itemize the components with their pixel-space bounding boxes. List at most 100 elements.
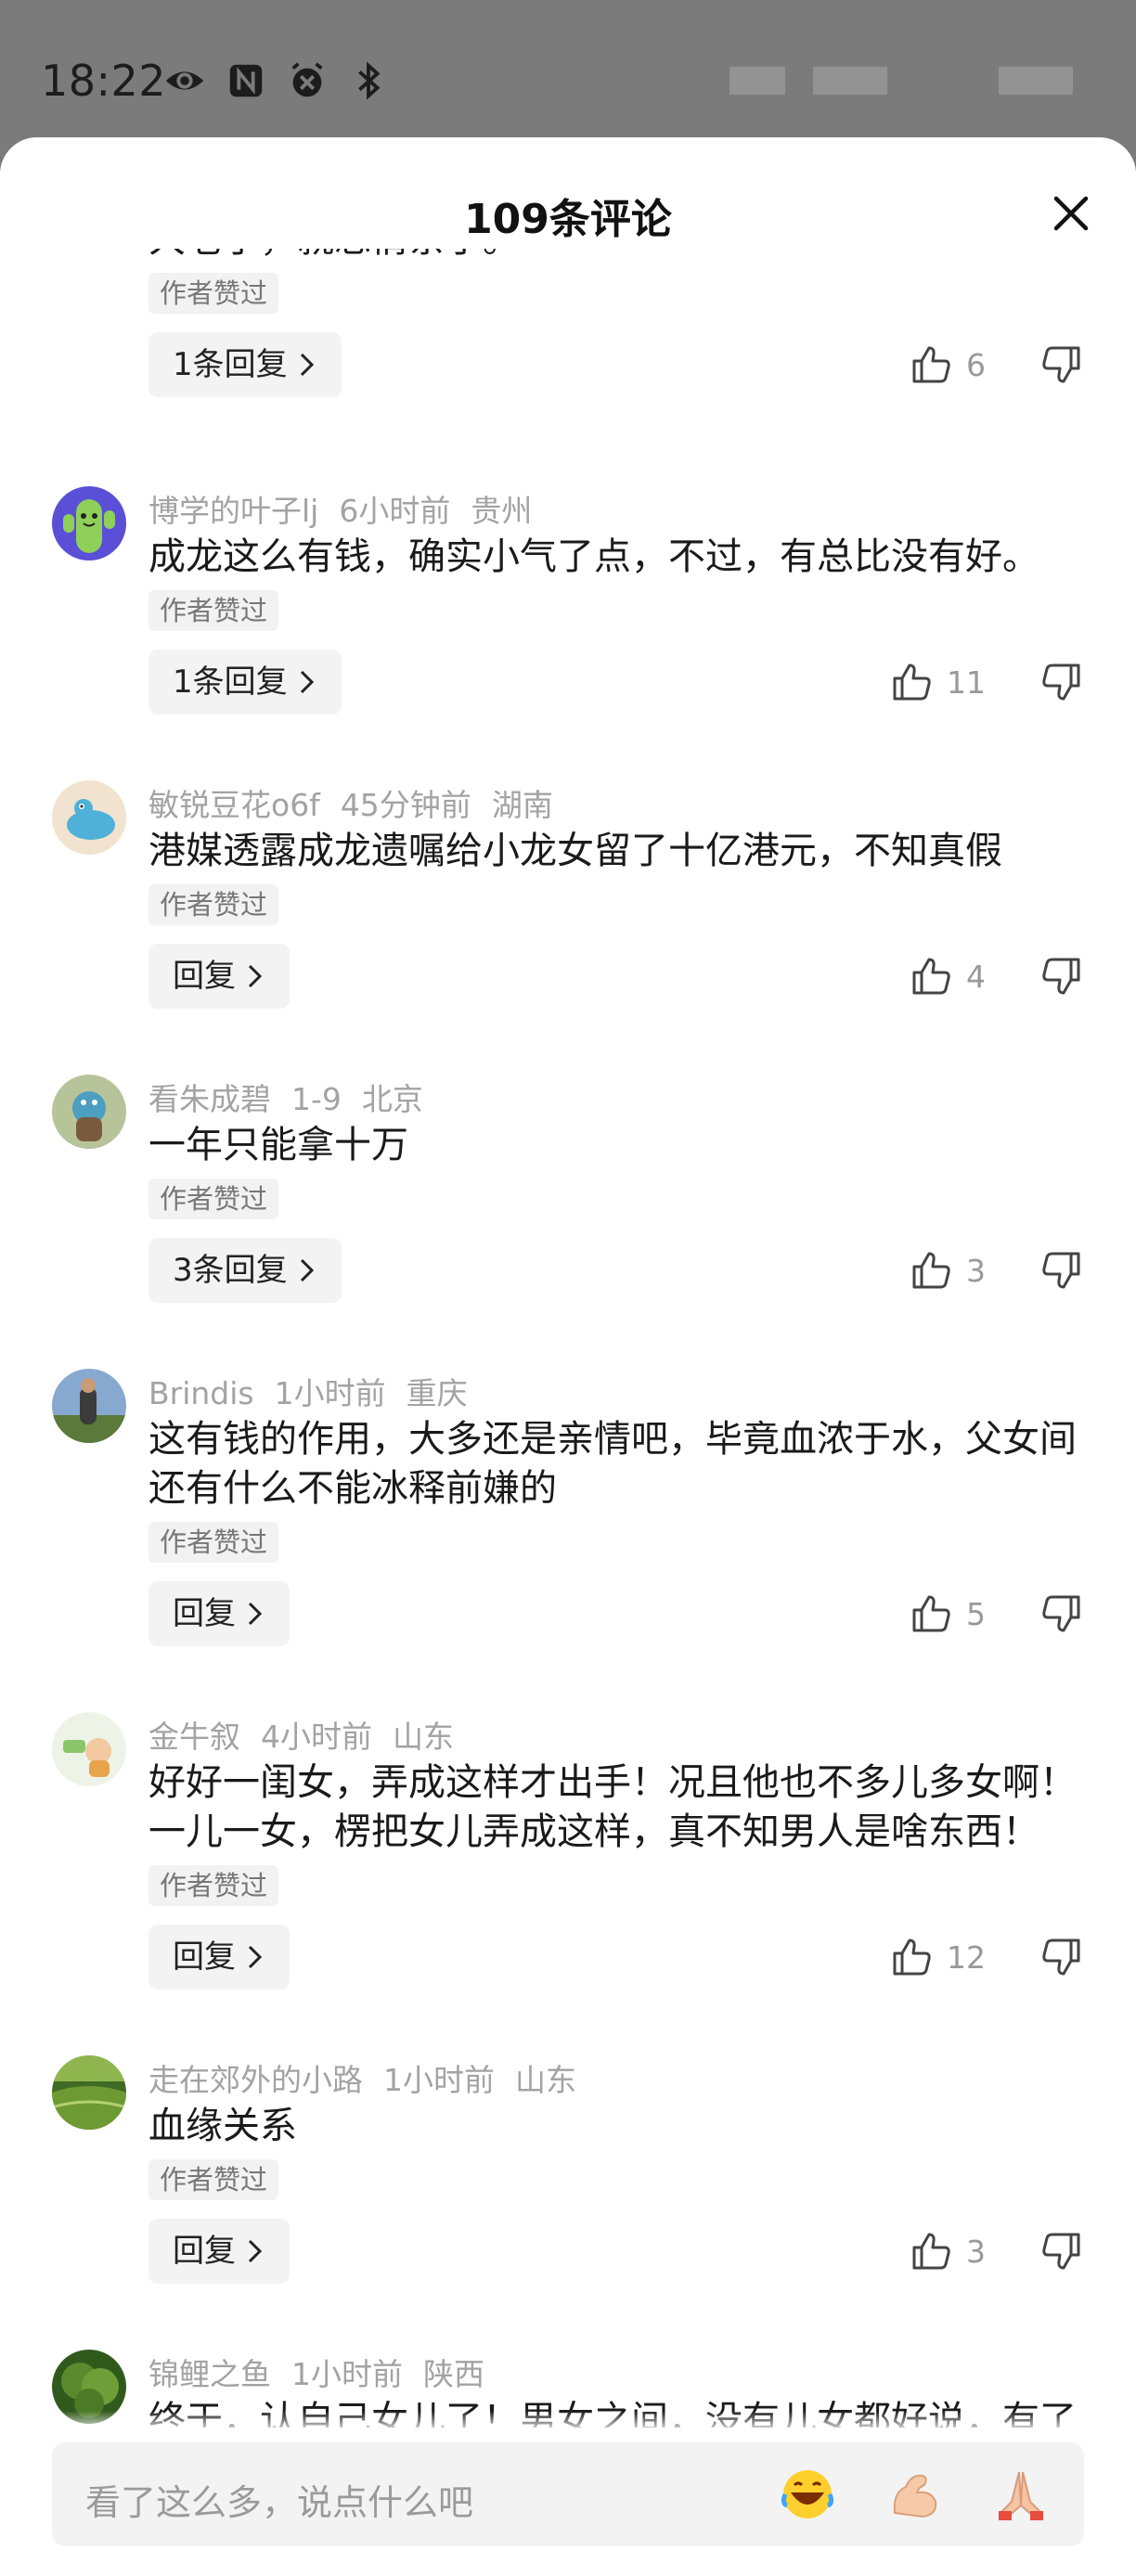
cartoon-avatar-icon <box>52 1712 126 1786</box>
reply-button[interactable]: 回复 <box>148 944 290 1009</box>
thumbs-up-icon <box>893 1938 931 1976</box>
like-button[interactable]: 4 <box>909 944 986 1009</box>
username[interactable]: Brindis <box>148 1375 254 1411</box>
author-liked-tag: 作者赞过 <box>148 884 279 925</box>
comment-item: 金牛叙 4小时前 山东 好好一闺女，弄成这样才出手！况且他也不多儿多女啊！ 一儿一女，… <box>0 1712 1136 2028</box>
flexed-bicep-emoji-icon <box>893 2474 937 2518</box>
alarm-icon <box>291 62 323 97</box>
username[interactable]: 敏锐豆花o6f <box>148 787 320 823</box>
username[interactable]: 看朱成碧 <box>148 1081 271 1117</box>
reply-label: 回复 <box>173 958 236 995</box>
dislike-button[interactable] <box>1039 2229 1084 2273</box>
comment-meta: 敏锐豆花o6f 45分钟前 湖南 <box>148 780 574 825</box>
comment-time: 6小时前 <box>339 493 451 529</box>
avatar[interactable] <box>52 486 126 560</box>
bluetooth-icon <box>358 61 381 100</box>
cartoon-avatar-icon <box>52 1075 126 1149</box>
thumbs-up-icon <box>912 346 950 383</box>
reply-button[interactable]: 回复 <box>148 1925 290 1990</box>
avatar[interactable] <box>52 1369 126 1443</box>
reply-label: 回复 <box>173 1938 236 1976</box>
username[interactable]: 走在郊外的小路 <box>148 2062 363 2098</box>
reply-label: 1条回复 <box>173 663 288 701</box>
author-liked-tag: 作者赞过 <box>148 273 279 314</box>
like-button[interactable]: 12 <box>889 1925 986 1990</box>
comment-location: 重庆 <box>406 1375 468 1411</box>
nfc-icon <box>229 64 263 97</box>
avatar[interactable] <box>52 1075 126 1149</box>
username[interactable]: 金牛叙 <box>148 1719 240 1755</box>
folded-hands-emoji-button[interactable] <box>989 2463 1052 2526</box>
comment-list[interactable]: 大老了，就忘情亲了。 作者赞过 1条回复 6 博学的叶子lj 6小时前贵州 成龙这… <box>0 249 1136 2552</box>
thumbs-down-icon <box>1042 663 1080 701</box>
eye-icon <box>165 71 204 90</box>
comment-time: 45分钟前 <box>340 787 471 823</box>
reply-button[interactable]: 3条回复 <box>148 1238 342 1303</box>
comment-location: 贵州 <box>471 493 533 529</box>
thumbs-up-icon <box>912 1252 950 1289</box>
flexed-bicep-emoji-button[interactable] <box>884 2463 947 2526</box>
comment-time: 4小时前 <box>261 1719 372 1755</box>
username[interactable]: 锦鲤之鱼 <box>148 2356 271 2392</box>
comment-text: 一年只能拿十万 <box>148 1124 408 1166</box>
comment-time: 1小时前 <box>274 1375 386 1411</box>
bird-avatar-icon <box>52 780 126 855</box>
dislike-button[interactable] <box>1039 1935 1084 1979</box>
like-button[interactable]: 6 <box>909 332 986 397</box>
like-button[interactable]: 11 <box>889 650 986 715</box>
comments-sheet: 109条评论 大老了，就忘情亲了。 作者赞过 1条回复 6 博学的叶子lj 6小时… <box>0 137 1136 2576</box>
comments-title: 109条评论 <box>464 196 672 243</box>
comment-item: Brindis 1小时前 重庆 这有钱的作用，大多还是亲情吧，毕竟血浓于水，父女间还… <box>0 1369 1136 1684</box>
like-button[interactable]: 5 <box>909 1581 986 1646</box>
thumbs-down-icon <box>1042 958 1080 995</box>
comment-time: 1小时前 <box>383 2062 495 2098</box>
avatar[interactable] <box>52 2055 126 2130</box>
thumbs-up-icon <box>912 1595 950 1632</box>
comment-meta: 锦鲤之鱼 1小时前 陕西 <box>148 2350 505 2394</box>
comment-time: 1小时前 <box>291 2356 403 2392</box>
close-button[interactable] <box>1043 186 1099 241</box>
comment-text: 血缘关系 <box>148 2105 297 2147</box>
like-count: 5 <box>966 1595 986 1632</box>
dislike-button[interactable] <box>1039 1591 1084 1636</box>
dislike-button[interactable] <box>1039 954 1084 998</box>
comment-item: 博学的叶子lj 6小时前 贵州 成龙这么有钱，确实小气了点，不过，有总比没有好。 作… <box>0 486 1136 765</box>
comment-meta: 博学的叶子lj 6小时前 贵州 <box>148 486 552 531</box>
reply-label: 回复 <box>173 1595 236 1632</box>
comment-text: 成龙这么有钱，确实小气了点，不过，有总比没有好。 <box>148 535 1039 578</box>
comment-text-line: 还有什么不能冰释前嫌的 <box>148 1467 557 1510</box>
like-button[interactable]: 3 <box>909 1238 986 1303</box>
comment-location: 北京 <box>361 1081 423 1117</box>
comment-input-bar[interactable]: 看了这么多，说点什么吧 <box>52 2442 1084 2546</box>
laughing-crying-emoji-button[interactable] <box>776 2463 839 2526</box>
dislike-button[interactable] <box>1039 342 1084 387</box>
avatar[interactable] <box>52 1712 126 1786</box>
comment-meta: 看朱成碧 1-9 北京 <box>148 1075 444 1119</box>
close-icon <box>1053 196 1089 231</box>
author-liked-tag: 作者赞过 <box>148 590 279 631</box>
username[interactable]: 博学的叶子lj <box>148 493 318 529</box>
laughing-crying-emoji-icon <box>781 2470 834 2518</box>
dislike-button[interactable] <box>1039 660 1084 704</box>
like-button[interactable]: 3 <box>909 2219 986 2284</box>
comment-text: 好好一闺女，弄成这样才出手！况且他也不多儿多女啊！ 一儿一女，楞把女儿弄成这样，真… <box>148 1758 1086 1857</box>
chevron-right-icon <box>248 964 263 988</box>
comment-text-line: 这有钱的作用，大多还是亲情吧，毕竟血浓于水，父女间 <box>148 1418 1077 1461</box>
reply-button[interactable]: 1条回复 <box>148 650 342 715</box>
thumbs-up-icon <box>912 958 950 995</box>
reply-button[interactable]: 1条回复 <box>148 332 342 397</box>
list-fade <box>0 2411 1136 2433</box>
reply-label: 回复 <box>173 2233 236 2270</box>
reply-label: 3条回复 <box>173 1252 288 1289</box>
folded-hands-emoji-icon <box>999 2471 1043 2520</box>
status-icons <box>163 59 390 102</box>
comment-item: 大老了，就忘情亲了。 作者赞过 1条回复 6 <box>0 249 1136 425</box>
status-bar: 18:22 <box>0 0 1136 139</box>
reply-button[interactable]: 回复 <box>148 2219 290 2284</box>
thumbs-up-icon <box>912 2233 950 2270</box>
chevron-right-icon <box>300 353 314 377</box>
reply-button[interactable]: 回复 <box>148 1581 290 1646</box>
dislike-button[interactable] <box>1039 1248 1084 1293</box>
avatar[interactable] <box>52 780 126 855</box>
comment-input-placeholder[interactable]: 看了这么多，说点什么吧 <box>85 2474 473 2525</box>
